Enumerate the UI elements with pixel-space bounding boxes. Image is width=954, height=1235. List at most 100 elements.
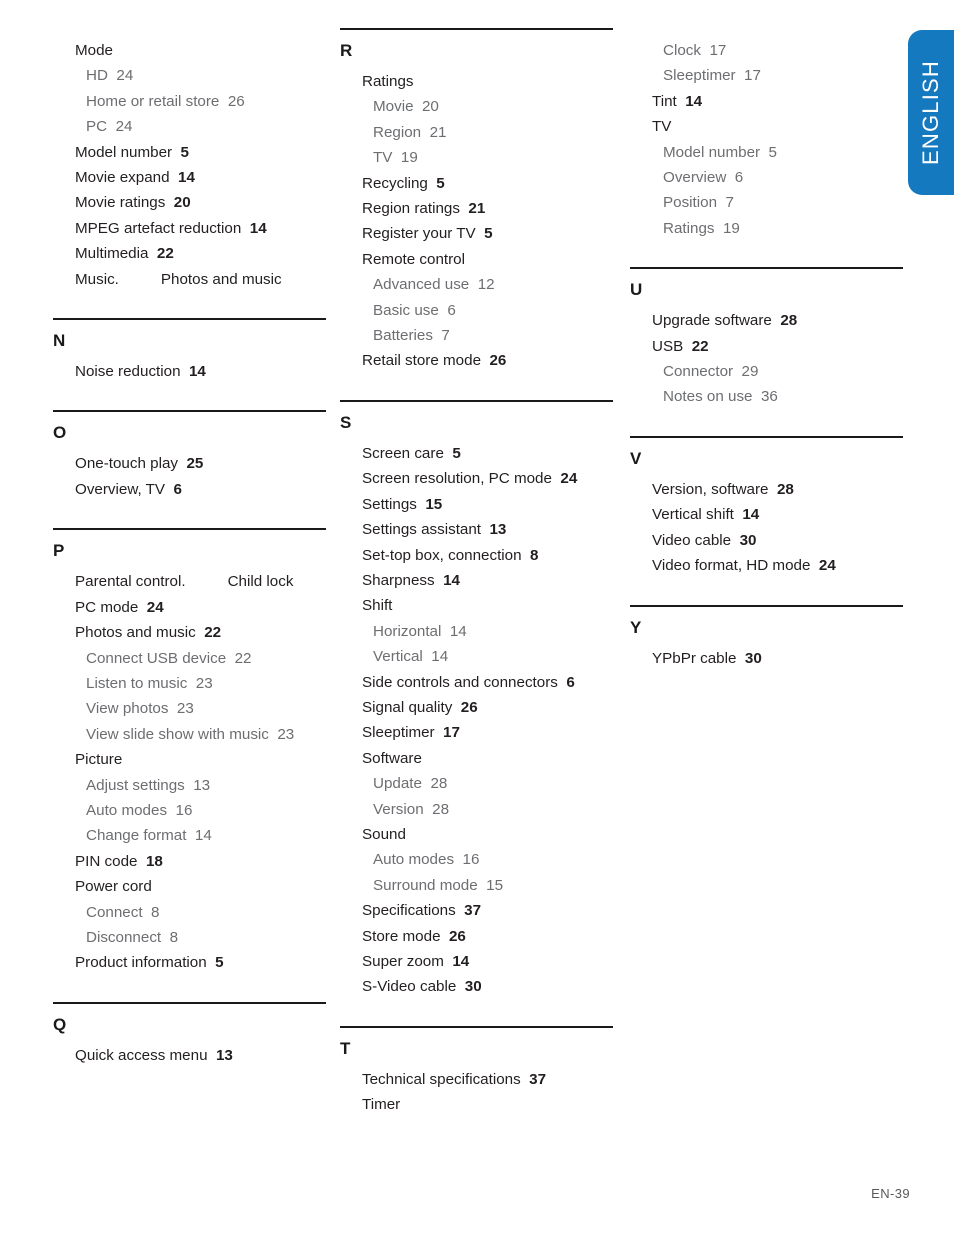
index-entry[interactable]: One-touch play 25 bbox=[75, 451, 326, 476]
index-entry[interactable]: Version, software 28 bbox=[652, 477, 903, 502]
index-entry[interactable]: USB 22 bbox=[652, 334, 903, 359]
index-entry[interactable]: Batteries 7 bbox=[373, 323, 613, 348]
index-entry[interactable]: Position 7 bbox=[663, 190, 903, 215]
index-entry[interactable]: Specifications 37 bbox=[362, 898, 613, 923]
index-entry[interactable]: Recycling 5 bbox=[362, 171, 613, 196]
index-entry-label: Video format, HD mode bbox=[652, 557, 811, 575]
index-entry[interactable]: TV 19 bbox=[373, 145, 613, 170]
index-entry[interactable]: Settings 15 bbox=[362, 492, 613, 517]
index-entry[interactable]: Overview 6 bbox=[663, 165, 903, 190]
index-entry[interactable]: Movie 20 bbox=[373, 94, 613, 119]
index-entry[interactable]: Shift bbox=[362, 593, 613, 618]
index-entry[interactable]: Photos and music 22 bbox=[75, 620, 326, 645]
index-entry[interactable]: Movie expand 14 bbox=[75, 165, 326, 190]
index-entry[interactable]: TV bbox=[652, 114, 903, 139]
index-entry[interactable]: Upgrade software 28 bbox=[652, 308, 903, 333]
index-entry[interactable]: Connector 29 bbox=[663, 359, 903, 384]
index-entry[interactable]: Change format 14 bbox=[86, 823, 326, 848]
index-entry[interactable]: Movie ratings 20 bbox=[75, 190, 326, 215]
index-entry[interactable]: Side controls and connectors 6 bbox=[362, 670, 613, 695]
index-entry[interactable]: Parental control. Child lock bbox=[75, 569, 326, 594]
index-entry[interactable]: Retail store mode 26 bbox=[362, 348, 613, 373]
index-entry[interactable]: Notes on use 36 bbox=[663, 384, 903, 409]
index-entry[interactable]: Sleeptimer 17 bbox=[663, 63, 903, 88]
index-entry[interactable]: Horizontal 14 bbox=[373, 619, 613, 644]
index-entry[interactable]: Disconnect 8 bbox=[86, 925, 326, 950]
index-entry[interactable]: Region 21 bbox=[373, 120, 613, 145]
index-entry[interactable]: Store mode 26 bbox=[362, 924, 613, 949]
index-entry[interactable]: Connect 8 bbox=[86, 900, 326, 925]
index-entry[interactable]: Auto modes 16 bbox=[373, 847, 613, 872]
index-entry[interactable]: Screen resolution, PC mode 24 bbox=[362, 466, 613, 491]
index-entry[interactable]: Multimedia 22 bbox=[75, 241, 326, 266]
index-entry[interactable]: Surround mode 15 bbox=[373, 873, 613, 898]
index-entry[interactable]: Settings assistant 13 bbox=[362, 517, 613, 542]
index-entry[interactable]: Model number 5 bbox=[663, 140, 903, 165]
index-entry[interactable]: Overview, TV 6 bbox=[75, 477, 326, 502]
index-entry-cross-reference[interactable]: Photos and music bbox=[161, 271, 282, 288]
index-entry[interactable]: Adjust settings 13 bbox=[86, 773, 326, 798]
index-entry[interactable]: View photos 23 bbox=[86, 696, 326, 721]
index-entry[interactable]: Timer bbox=[362, 1092, 613, 1117]
index-entry[interactable]: Video cable 30 bbox=[652, 528, 903, 553]
index-entry-label: HD bbox=[86, 67, 108, 85]
index-entry[interactable]: Sharpness 14 bbox=[362, 568, 613, 593]
index-entry[interactable]: View slide show with music 23 bbox=[86, 722, 326, 747]
index-entry[interactable]: Quick access menu 13 bbox=[75, 1043, 326, 1068]
index-entry[interactable]: PIN code 18 bbox=[75, 849, 326, 874]
index-entry[interactable]: Remote control bbox=[362, 247, 613, 272]
index-entry[interactable]: PC mode 24 bbox=[75, 595, 326, 620]
index-column-1: Mode HD 24 Home or retail store 26 PC 24 Mod… bbox=[53, 28, 326, 1094]
index-entry[interactable]: YPbPr cable 30 bbox=[652, 646, 903, 671]
index-entry-label: Connect bbox=[86, 903, 143, 921]
index-entry[interactable]: Signal quality 26 bbox=[362, 695, 613, 720]
index-entry[interactable]: Basic use 6 bbox=[373, 298, 613, 323]
index-entry[interactable]: Noise reduction 14 bbox=[75, 359, 326, 384]
index-entry[interactable]: Video format, HD mode 24 bbox=[652, 553, 903, 578]
index-entry[interactable]: Product information 5 bbox=[75, 950, 326, 975]
index-letter-heading: S bbox=[340, 412, 352, 432]
index-entry[interactable]: PC 24 bbox=[86, 114, 326, 139]
index-entry-page-number: 30 bbox=[464, 978, 482, 996]
index-entry[interactable]: Clock 17 bbox=[663, 38, 903, 63]
index-entry[interactable]: Super zoom 14 bbox=[362, 949, 613, 974]
index-entry[interactable]: Sleeptimer 17 bbox=[362, 720, 613, 745]
index-entry[interactable]: Tint 14 bbox=[652, 89, 903, 114]
index-entry[interactable]: Auto modes 16 bbox=[86, 798, 326, 823]
index-entry[interactable]: MPEG artefact reduction 14 bbox=[75, 216, 326, 241]
index-entry-list: One-touch play 25 Overview, TV 6 bbox=[53, 441, 326, 502]
index-entry[interactable]: S-Video cable 30 bbox=[362, 974, 613, 999]
index-entry[interactable]: Ratings 19 bbox=[663, 216, 903, 241]
index-entry[interactable]: HD 24 bbox=[86, 63, 326, 88]
index-entry[interactable]: Picture bbox=[75, 747, 326, 772]
index-entry[interactable]: Music. Photos and music bbox=[75, 267, 326, 292]
index-entry[interactable]: Vertical 14 bbox=[373, 644, 613, 669]
index-entry[interactable]: Set-top box, connection 8 bbox=[362, 543, 613, 568]
index-entry[interactable]: Software bbox=[362, 746, 613, 771]
index-entry[interactable]: Version 28 bbox=[373, 797, 613, 822]
index-entry[interactable]: Technical specifications 37 bbox=[362, 1067, 613, 1092]
index-entry[interactable]: Power cord bbox=[75, 874, 326, 899]
index-entry[interactable]: Region ratings 21 bbox=[362, 196, 613, 221]
index-entry[interactable]: Ratings bbox=[362, 69, 613, 94]
index-entry-page-number: 7 bbox=[725, 194, 734, 212]
index-entry-list: Quick access menu 13 bbox=[53, 1033, 326, 1068]
index-entry[interactable]: Vertical shift 14 bbox=[652, 502, 903, 527]
index-entry[interactable]: Home or retail store 26 bbox=[86, 89, 326, 114]
index-entry[interactable]: Register your TV 5 bbox=[362, 221, 613, 246]
index-entry[interactable]: Update 28 bbox=[373, 771, 613, 796]
index-entry-cross-reference[interactable]: Child lock bbox=[228, 573, 294, 590]
language-tab-label: ENGLISH bbox=[918, 60, 943, 165]
index-entry[interactable]: Model number 5 bbox=[75, 140, 326, 165]
index-entry[interactable]: Advanced use 12 bbox=[373, 272, 613, 297]
index-entry[interactable]: Connect USB device 22 bbox=[86, 646, 326, 671]
index-entry[interactable]: Sound bbox=[362, 822, 613, 847]
index-entry-page-number: 16 bbox=[462, 851, 480, 869]
index-entry-page-number: 22 bbox=[234, 649, 252, 667]
index-entry[interactable]: Screen care 5 bbox=[362, 441, 613, 466]
index-entry[interactable]: Mode bbox=[75, 38, 326, 63]
index-entry[interactable]: Listen to music 23 bbox=[86, 671, 326, 696]
